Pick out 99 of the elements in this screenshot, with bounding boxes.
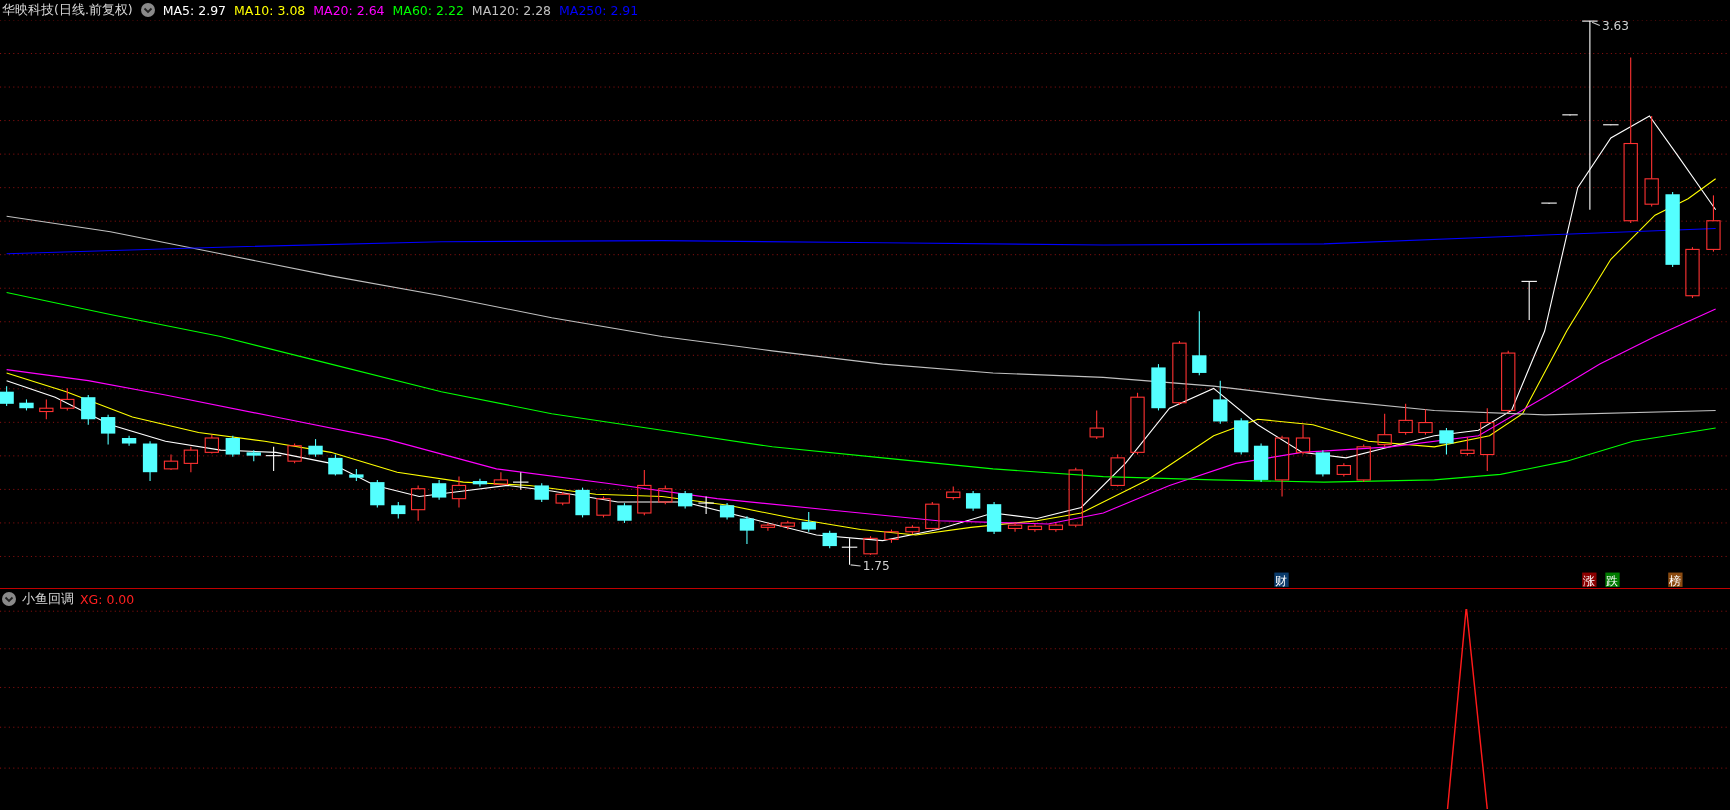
candlestick [39,398,54,420]
candlestick [596,495,611,518]
candlestick [1336,462,1351,478]
moving-average-reading: MA5: 2.97 [162,2,227,18]
candlestick [1520,280,1538,321]
candlestick [1151,363,1166,411]
candlestick [100,414,116,446]
candlestick [1089,409,1104,440]
candlestick [637,469,652,516]
indicator-reading: XG: 0.00 [80,591,135,607]
candlestick [1501,350,1516,414]
candlestick [308,438,323,458]
event-tag[interactable]: 涨 [1582,572,1597,588]
candlestick [1377,413,1392,448]
candlestick [1192,310,1207,376]
chevron-down-icon[interactable] [2,592,16,606]
candlestick [678,490,693,510]
moving-average-reading: MA250: 2.91 [559,2,639,18]
candlestick [1068,467,1083,528]
candlestick [658,484,673,505]
candlestick [411,484,426,522]
candlestick [1315,449,1331,478]
candlestick [1172,340,1187,406]
candlestick [925,501,940,531]
candlestick [1418,408,1433,436]
candlestick [163,454,179,471]
candlestick [760,522,776,532]
candlestick [1356,444,1371,483]
candlestick [719,502,735,521]
candlestick [265,446,282,472]
event-tag[interactable]: 跌 [1605,572,1620,588]
candlestick [121,435,137,447]
candlestick [246,449,261,462]
event-tag[interactable]: 财 [1274,572,1289,588]
low-price-label: 1.75 [862,559,890,574]
candlestick [1110,454,1125,488]
candlestick [884,529,899,544]
candlestick [534,482,549,503]
candlestick [905,524,920,535]
candlestick [1048,522,1064,533]
high-price-label: 3.63 [1602,20,1629,33]
candlestick [204,434,219,454]
candlestick [841,537,858,566]
candlestick [1685,246,1700,299]
candlestick [1234,417,1249,456]
candlestick [60,387,75,411]
candlestick [1439,427,1454,456]
candlestick [555,491,570,506]
candlestick [493,471,509,486]
candlestick [19,398,34,411]
candlestick [1130,392,1145,456]
candlestick [1007,522,1023,533]
event-tag[interactable]: 榜 [1668,572,1683,588]
candlestick [1213,380,1228,425]
candlestick [451,476,467,509]
candlestick [225,435,240,458]
moving-average-reading: MA120: 2.28 [471,2,552,18]
candlestick [431,479,447,501]
candlestick [575,487,590,518]
candlestick [1602,124,1620,126]
candlestick [1253,442,1269,483]
candlestick [1561,114,1579,116]
leader-line [1591,21,1601,27]
candlestick [1295,424,1311,456]
candlestick [328,454,343,477]
candlestick [1398,403,1413,436]
candlestick [1480,407,1495,472]
candlestick [1460,436,1475,457]
candlestick [472,478,488,488]
candlestick [1027,523,1043,533]
candlestick [370,479,385,509]
candlestick [1706,194,1721,253]
candlestick [142,440,158,482]
candlestick [965,490,981,512]
candlestick [1274,435,1290,497]
candlestick [863,535,878,556]
candlestick [617,502,632,524]
leader-line [850,564,862,567]
candlestick [946,485,961,501]
candlestick [349,468,364,482]
candlestick [183,446,199,473]
indicator-title: 小鱼回调 [22,590,74,608]
candlestick [801,511,816,533]
candlestick [391,501,406,520]
moving-average-reading: MA60: 2.22 [392,2,464,18]
candlestick [697,495,715,515]
candlestick [986,501,1002,535]
candlestick [780,520,795,531]
candlestick [822,530,837,549]
stock-title: 华映科技(日线.前复权) [2,1,133,19]
moving-average-reading: MA20: 2.64 [313,2,385,18]
candlestick [739,515,755,545]
candlestick [0,385,14,407]
candlestick [287,442,302,464]
moving-average-reading: MA10: 3.08 [234,2,306,18]
candlestick [1540,202,1558,205]
candlestick [81,394,96,426]
chevron-down-icon[interactable] [140,3,155,17]
candlestick [512,471,530,491]
